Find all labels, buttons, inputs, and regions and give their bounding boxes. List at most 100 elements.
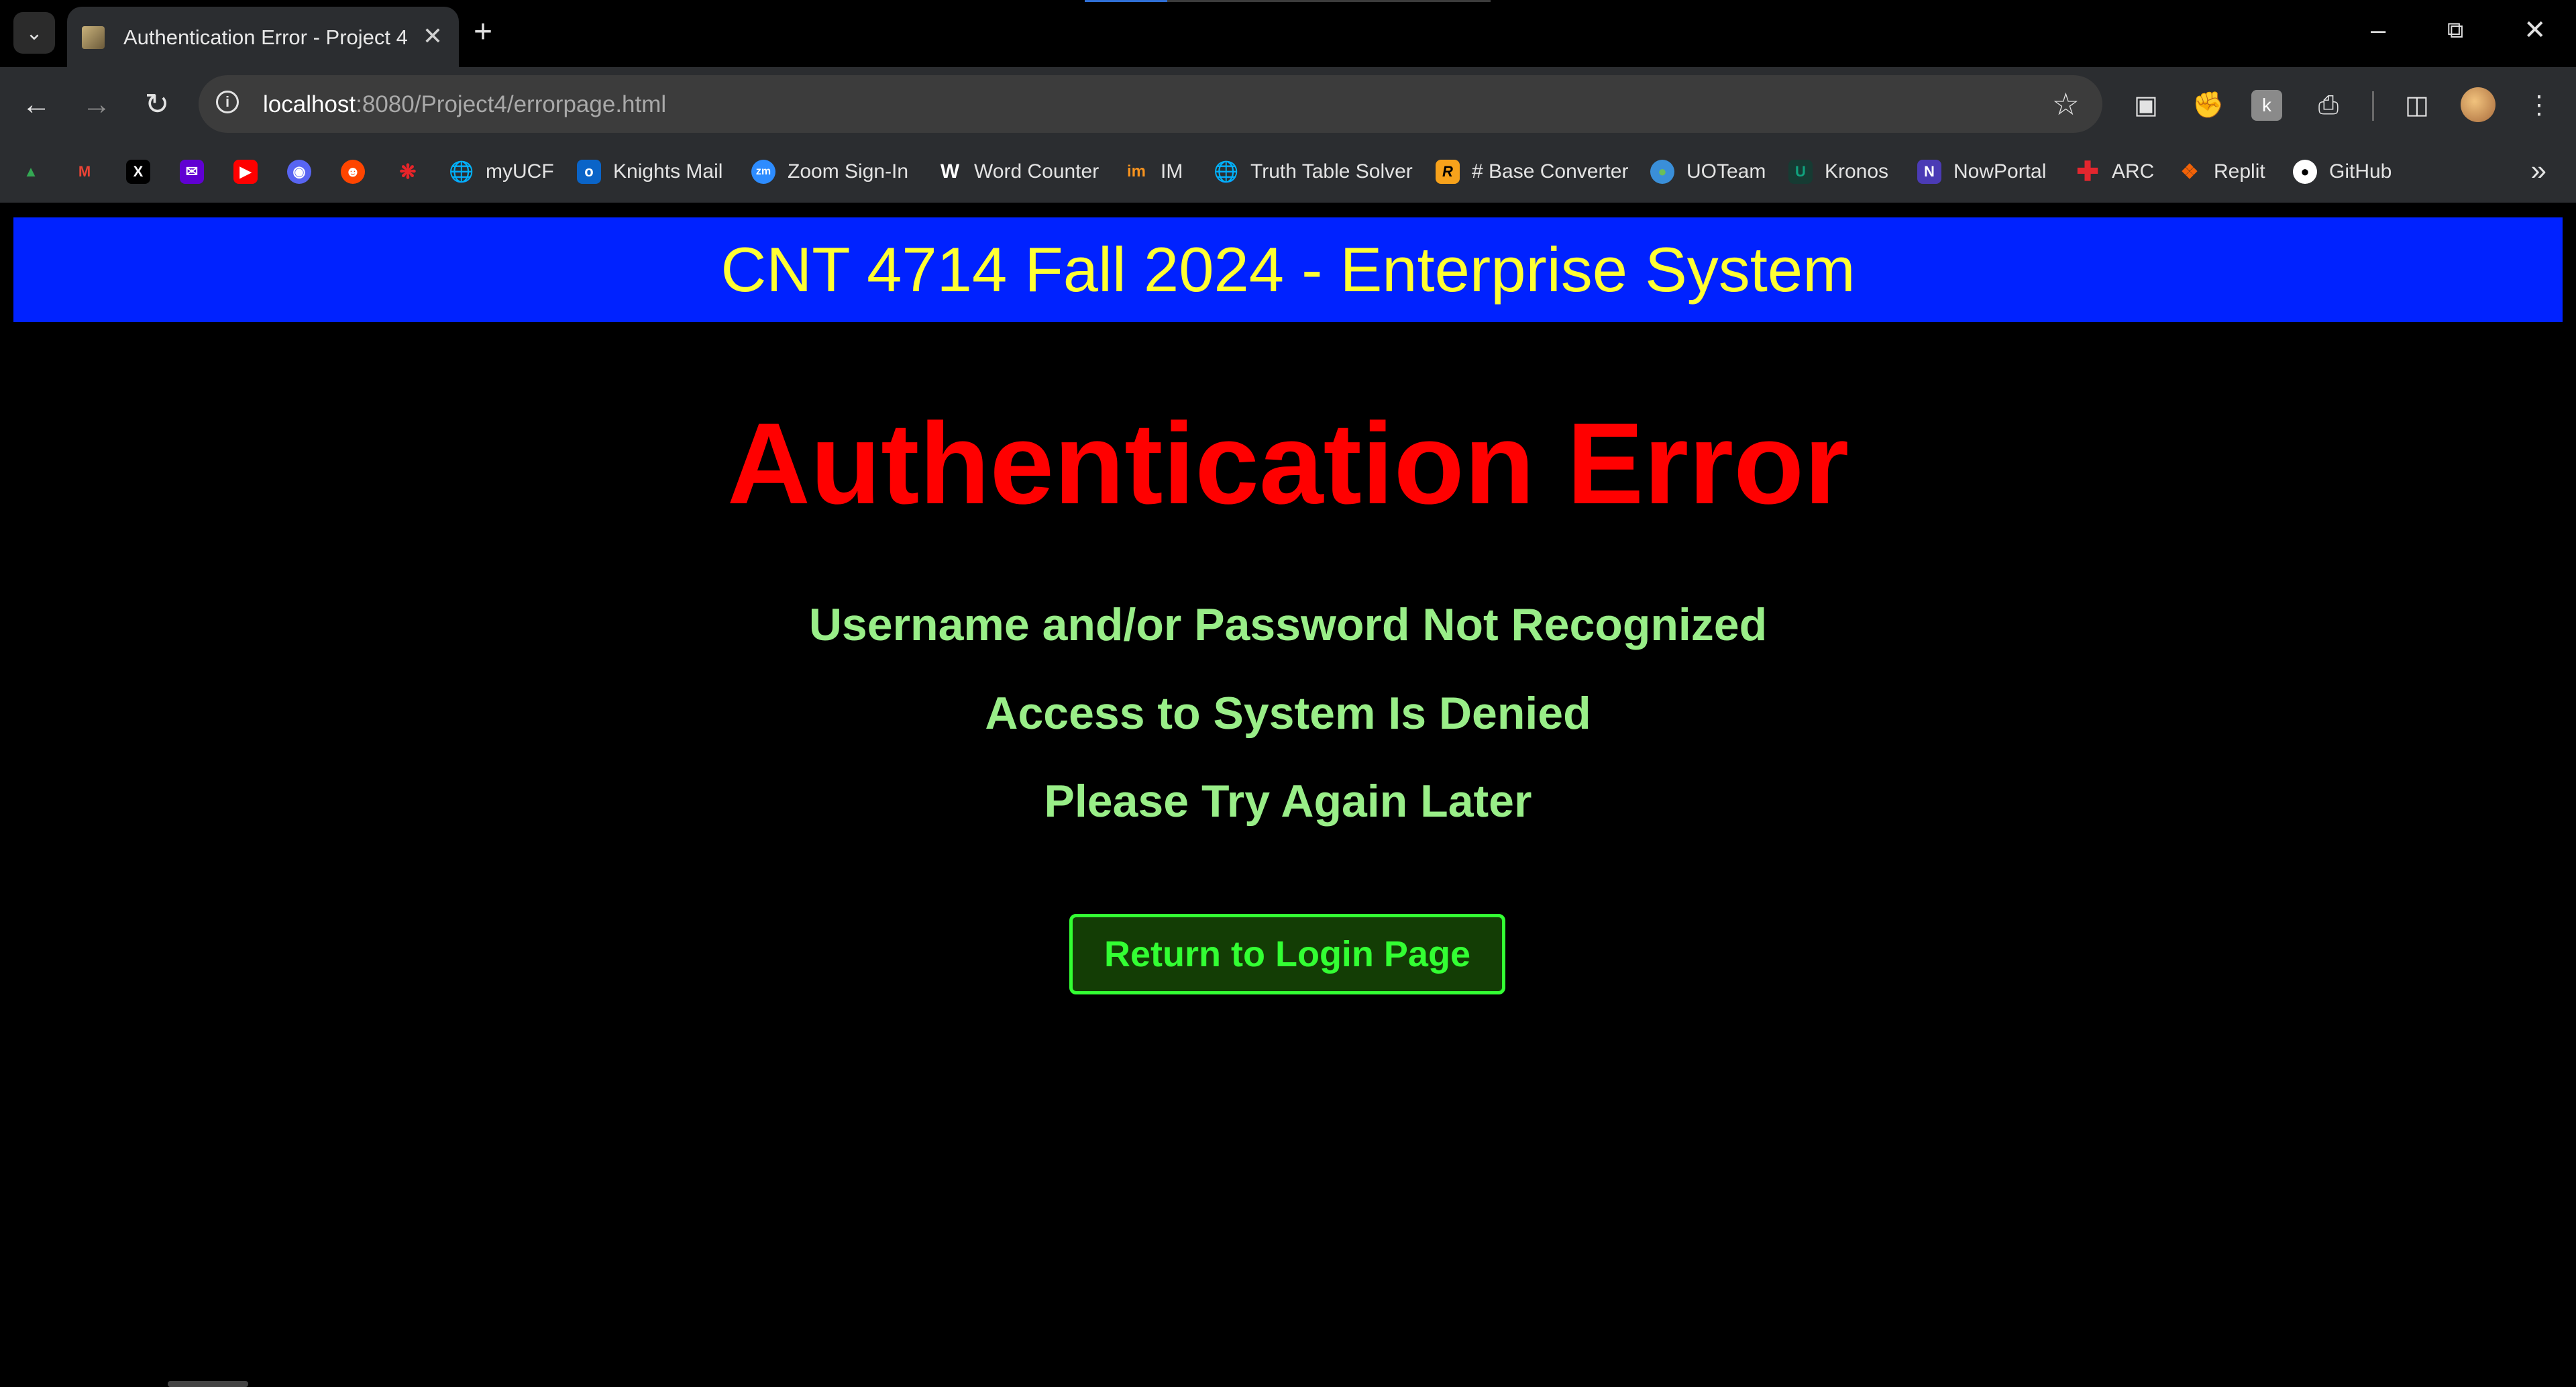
nowportal-icon: N <box>1917 160 1941 184</box>
google-drive-icon: ▲ <box>23 163 38 180</box>
window-close-button[interactable]: ✕ <box>2524 13 2546 47</box>
tab-title: Authentication Error - Project 4 <box>123 25 408 49</box>
kronos-icon: U <box>1788 160 1813 184</box>
bookmark-4[interactable]: ▶ <box>233 153 258 191</box>
bookmark-1[interactable]: M <box>72 153 97 191</box>
bookmark-11[interactable]: W Word Counter <box>938 153 1099 191</box>
bookmark-7[interactable]: ❋ <box>396 153 420 191</box>
bookmark-label: UOTeam <box>1686 160 1766 183</box>
error-message-1: Username and/or Password Not Recognized <box>808 599 1768 650</box>
bookmark-label: # Base Converter <box>1472 160 1629 183</box>
tab-search-button[interactable]: ⌄ <box>13 12 55 54</box>
youtube-icon: ▶ <box>233 160 258 184</box>
back-button[interactable]: ← <box>17 86 55 123</box>
yahoo-mail-icon: ✉ <box>180 160 204 184</box>
url-text[interactable]: localhost:8080/Project4/errorpage.html <box>263 91 666 118</box>
bookmark-label: IM <box>1161 160 1183 183</box>
arrow-right-icon: → <box>82 88 111 121</box>
bookmark-14[interactable]: R # Base Converter <box>1436 153 1628 191</box>
page-content: CNT 4714 Fall 2024 - Enterprise System A… <box>0 203 2576 1387</box>
horizontal-scrollbar[interactable] <box>168 1381 248 1387</box>
url-path: :8080/Project4/errorpage.html <box>356 91 667 117</box>
reload-button[interactable]: ↻ <box>138 86 176 123</box>
globe-icon: 🌐 <box>1214 160 1239 183</box>
replit-icon: ❖ <box>2180 160 2199 183</box>
reload-icon: ↻ <box>144 88 170 121</box>
navigation-toolbar: ← → ↻ i localhost:8080/Project4/errorpag… <box>0 67 2576 142</box>
bookmark-label: myUCF <box>486 160 554 183</box>
bookmark-label: ARC <box>2112 160 2155 183</box>
bookmarks-bar: ▲ M X ✉ ▶ ◉ ☻ ❋ 🌐 myUCF o Knights Mail zm Z… <box>0 142 2576 204</box>
bookmark-0[interactable]: ▲ <box>19 153 43 191</box>
bookmark-15[interactable]: ● UOTeam <box>1650 153 1766 191</box>
bookmark-9[interactable]: o Knights Mail <box>577 153 722 191</box>
chevron-down-icon: ⌄ <box>25 21 43 44</box>
github-icon: ● <box>2293 160 2317 184</box>
red-cross-icon: ✚ <box>2076 157 2099 187</box>
url-host: localhost <box>263 91 356 117</box>
bookmark-5[interactable]: ◉ <box>287 153 311 191</box>
minimize-button[interactable]: – <box>2371 13 2385 47</box>
bookmark-label: Kronos <box>1825 160 1889 183</box>
reddit-icon: ☻ <box>341 160 365 184</box>
avatar[interactable] <box>2461 87 2496 122</box>
bookmark-16[interactable]: U Kronos <box>1788 153 1888 191</box>
close-icon[interactable]: ✕ <box>423 23 443 50</box>
bookmark-label: Word Counter <box>974 160 1099 183</box>
earth-icon: ● <box>1650 160 1674 184</box>
media-controls-icon[interactable]: ▣ <box>2131 90 2161 121</box>
bookmark-20[interactable]: ● GitHub <box>2293 153 2392 191</box>
bookmark-12[interactable]: im IM <box>1124 153 1183 191</box>
bookmark-2[interactable]: X <box>126 153 150 191</box>
error-message-3: Please Try Again Later <box>1044 776 1532 827</box>
bookmark-6[interactable]: ☻ <box>341 153 365 191</box>
globe-icon: 🌐 <box>449 160 474 183</box>
extension-fist-icon[interactable]: ✊ <box>2192 90 2224 121</box>
active-tab[interactable]: Authentication Error - Project 4 ✕ <box>67 7 459 68</box>
bookmark-label: NowPortal <box>1953 160 2047 183</box>
more-vert-icon[interactable]: ⋮ <box>2524 90 2555 121</box>
arrow-left-icon: ← <box>21 88 51 121</box>
side-panel-icon[interactable]: ◫ <box>2402 90 2432 121</box>
base-converter-icon: R <box>1436 160 1460 184</box>
zoom-icon: zm <box>751 160 775 184</box>
address-bar[interactable]: i localhost:8080/Project4/errorpage.html… <box>199 75 2102 133</box>
star-icon[interactable]: ☆ <box>2052 87 2080 121</box>
bookmark-8[interactable]: 🌐 myUCF <box>449 153 554 191</box>
extension-k-icon[interactable]: k <box>2251 90 2282 121</box>
forward-button[interactable]: → <box>78 86 115 123</box>
bookmark-label: Replit <box>2214 160 2265 183</box>
bookmark-label: GitHub <box>2329 160 2392 183</box>
bookmark-3[interactable]: ✉ <box>180 153 204 191</box>
new-tab-button[interactable]: + <box>474 15 492 50</box>
word-counter-icon: W <box>940 160 960 183</box>
bookmark-19[interactable]: ❖ Replit <box>2178 153 2265 191</box>
loading-indicator <box>1085 0 1491 2</box>
banner-title: CNT 4714 Fall 2024 - Enterprise System <box>720 234 1856 305</box>
gmail-icon: M <box>78 163 91 180</box>
browser-chrome: ⌄ Authentication Error - Project 4 ✕ + –… <box>0 0 2576 204</box>
plus-icon: + <box>474 14 493 50</box>
return-to-login-button[interactable]: Return to Login Page <box>1069 914 1505 994</box>
bookmark-label: Zoom Sign-In <box>788 160 909 183</box>
bookmark-17[interactable]: N NowPortal <box>1917 153 2046 191</box>
tab-strip: ⌄ Authentication Error - Project 4 ✕ + –… <box>0 0 2576 68</box>
error-message-2: Access to System Is Denied <box>985 688 1591 739</box>
bookmark-label: Truth Table Solver <box>1250 160 1413 183</box>
tab-favicon-icon <box>82 26 105 49</box>
restore-button[interactable]: ⧉ <box>2447 13 2463 47</box>
bookmark-label: Knights Mail <box>613 160 723 183</box>
x-icon: X <box>126 160 150 184</box>
bookmark-18[interactable]: ✚ ARC <box>2076 153 2154 191</box>
discord-icon: ◉ <box>287 160 311 184</box>
toolbar-divider <box>2372 91 2374 121</box>
chevron-double-right-icon[interactable]: » <box>2531 154 2546 187</box>
info-icon[interactable]: i <box>216 91 239 113</box>
header-banner: CNT 4714 Fall 2024 - Enterprise System <box>13 217 2563 322</box>
bookmark-10[interactable]: zm Zoom Sign-In <box>751 153 908 191</box>
canvas-icon: ❋ <box>399 160 417 183</box>
error-title: Authentication Error <box>727 399 1849 528</box>
outlook-icon: o <box>577 160 601 184</box>
puzzle-icon[interactable]: ⎙ <box>2313 90 2344 121</box>
bookmark-13[interactable]: 🌐 Truth Table Solver <box>1214 153 1413 191</box>
